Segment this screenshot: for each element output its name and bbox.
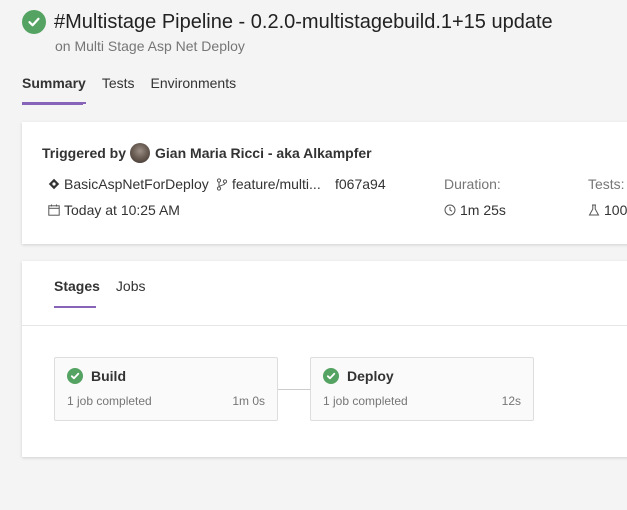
repo-name: BasicAspNetForDeploy bbox=[64, 176, 209, 192]
stage-deploy[interactable]: Deploy 1 job completed 12s bbox=[310, 357, 534, 421]
active-subtab-indicator bbox=[54, 306, 96, 308]
tests[interactable]: 100 bbox=[588, 202, 627, 218]
success-check-icon bbox=[323, 368, 339, 384]
commit-id[interactable]: f067a94 bbox=[335, 176, 386, 192]
triggered-label: Triggered by bbox=[42, 145, 127, 161]
stage-tabs: Stages Jobs bbox=[54, 278, 162, 294]
stage-build[interactable]: Build 1 job completed 1m 0s bbox=[54, 357, 278, 421]
calendar-icon bbox=[48, 204, 60, 216]
main-tabs: Summary Tests Environments bbox=[22, 75, 252, 104]
tests-value: 100 bbox=[604, 202, 627, 218]
run-date-text: Today at 10:25 AM bbox=[64, 202, 180, 218]
trigger-user[interactable]: Gian Maria Ricci - aka Alkampfer bbox=[155, 145, 372, 161]
stage-status: 1 job completed bbox=[67, 394, 152, 408]
stages-card: Stages Jobs Build 1 job completed 1m 0s … bbox=[22, 261, 627, 457]
tab-environments[interactable]: Environments bbox=[151, 75, 237, 101]
success-check-icon bbox=[22, 10, 46, 34]
active-tab-indicator bbox=[22, 103, 83, 105]
repo-icon bbox=[48, 178, 60, 190]
repo-info[interactable]: BasicAspNetForDeploy bbox=[48, 176, 209, 192]
stage-duration: 1m 0s bbox=[232, 394, 265, 408]
stage-connector bbox=[278, 389, 310, 390]
success-check-icon bbox=[67, 368, 83, 384]
duration-label: Duration: bbox=[444, 176, 501, 192]
duration: 1m 25s bbox=[444, 202, 506, 218]
tab-summary[interactable]: Summary bbox=[22, 75, 86, 104]
tests-label: Tests: bbox=[588, 176, 625, 192]
pipeline-name: on Multi Stage Asp Net Deploy bbox=[55, 38, 245, 54]
triggered-by: Triggered by Gian Maria Ricci - aka Alka… bbox=[42, 143, 372, 163]
tab-jobs[interactable]: Jobs bbox=[116, 278, 146, 294]
divider bbox=[22, 325, 627, 326]
stage-status: 1 job completed bbox=[323, 394, 408, 408]
run-summary-card: Triggered by Gian Maria Ricci - aka Alka… bbox=[22, 122, 627, 244]
stage-duration: 12s bbox=[501, 394, 521, 408]
branch-info[interactable]: feature/multi... bbox=[216, 176, 321, 192]
stage-name: Build bbox=[91, 368, 126, 384]
page-header: #Multistage Pipeline - 0.2.0-multistageb… bbox=[22, 10, 553, 54]
branch-icon bbox=[216, 177, 228, 191]
run-date: Today at 10:25 AM bbox=[48, 202, 180, 218]
avatar bbox=[130, 143, 151, 163]
commit-hash: f067a94 bbox=[335, 176, 386, 192]
tab-stages[interactable]: Stages bbox=[54, 278, 100, 294]
branch-name: feature/multi... bbox=[232, 176, 321, 192]
page-title: #Multistage Pipeline - 0.2.0-multistageb… bbox=[54, 10, 553, 33]
beaker-icon bbox=[588, 204, 600, 216]
clock-icon bbox=[444, 204, 456, 216]
duration-value: 1m 25s bbox=[460, 202, 506, 218]
stage-name: Deploy bbox=[347, 368, 394, 384]
tab-tests[interactable]: Tests bbox=[102, 75, 135, 101]
